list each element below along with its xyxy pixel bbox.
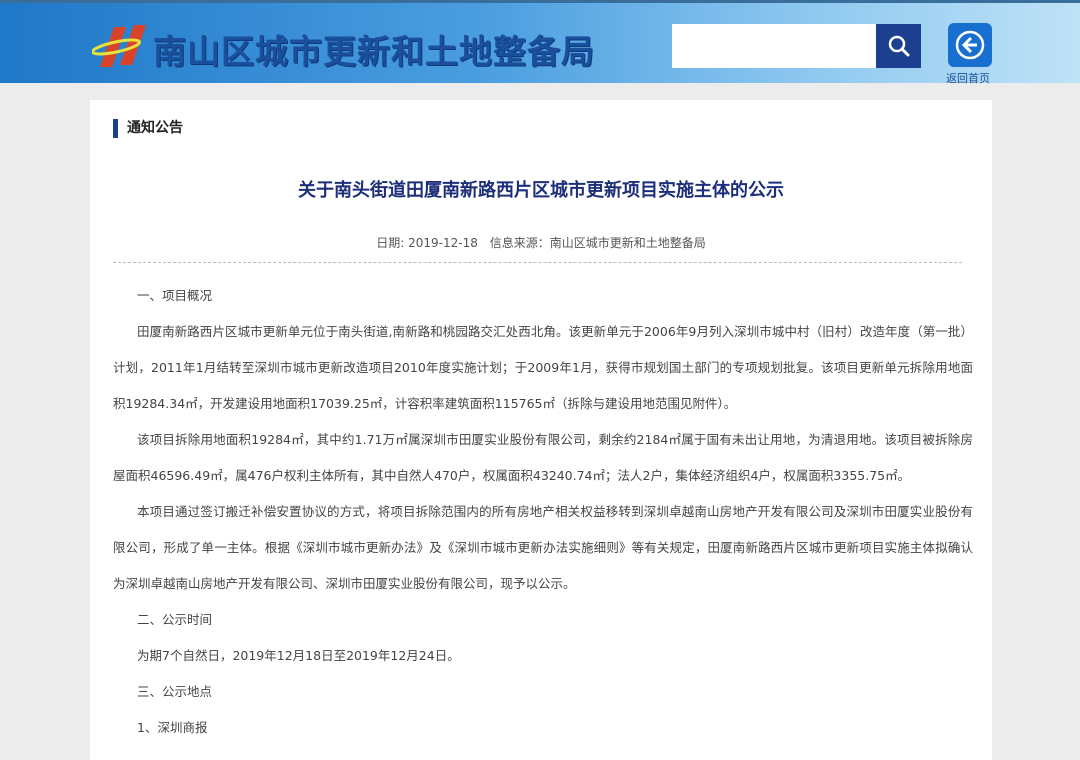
article-date: 日期: 2019-12-18 bbox=[376, 236, 478, 250]
article-title: 关于南头街道田厦南新路西片区城市更新项目实施主体的公示 bbox=[298, 180, 784, 201]
search-icon bbox=[888, 35, 909, 57]
home-button[interactable] bbox=[948, 23, 992, 67]
paragraph: 本项目通过签订搬迁补偿安置协议的方式，将项目拆除范围内的所有房地产相关权益移转到… bbox=[113, 504, 973, 591]
paragraph: 一、项目概况 bbox=[137, 288, 213, 303]
home-link-label[interactable]: 返回首页 bbox=[946, 70, 990, 86]
site-header: 南山区城市更新和土地整备局 返回首页 bbox=[0, 0, 1080, 86]
logo-icon bbox=[92, 25, 146, 67]
article-panel: 通知公告 关于南头街道田厦南新路西片区城市更新项目实施主体的公示 日期: 201… bbox=[90, 100, 992, 760]
paragraph: 三、公示地点 bbox=[137, 684, 213, 699]
search-input[interactable] bbox=[672, 24, 876, 68]
article-source: 信息来源：南山区城市更新和土地整备局 bbox=[489, 236, 706, 250]
article-meta: 日期: 2019-12-18 信息来源：南山区城市更新和土地整备局 bbox=[90, 234, 992, 251]
paragraph: 田厦南新路西片区城市更新单元位于南头街道,南新路和桃园路交汇处西北角。该更新单元… bbox=[113, 324, 973, 411]
paragraph: 该项目拆除用地面积19284㎡，其中约1.71万㎡属深圳市田厦实业股份有限公司，… bbox=[113, 432, 973, 483]
site-title[interactable]: 南山区城市更新和土地整备局 bbox=[153, 25, 595, 73]
paragraph: 1、深圳商报 bbox=[137, 720, 208, 735]
section-heading: 通知公告 bbox=[113, 119, 183, 138]
divider bbox=[113, 262, 962, 263]
search-button[interactable] bbox=[876, 24, 921, 68]
paragraph: 二、公示时间 bbox=[137, 612, 213, 627]
back-arrow-icon bbox=[955, 30, 985, 60]
paragraph: 为期7个自然日，2019年12月18日至2019年12月24日。 bbox=[137, 648, 460, 663]
article-body: 一、项目概况 田厦南新路西片区城市更新单元位于南头街道,南新路和桃园路交汇处西北… bbox=[113, 278, 973, 746]
